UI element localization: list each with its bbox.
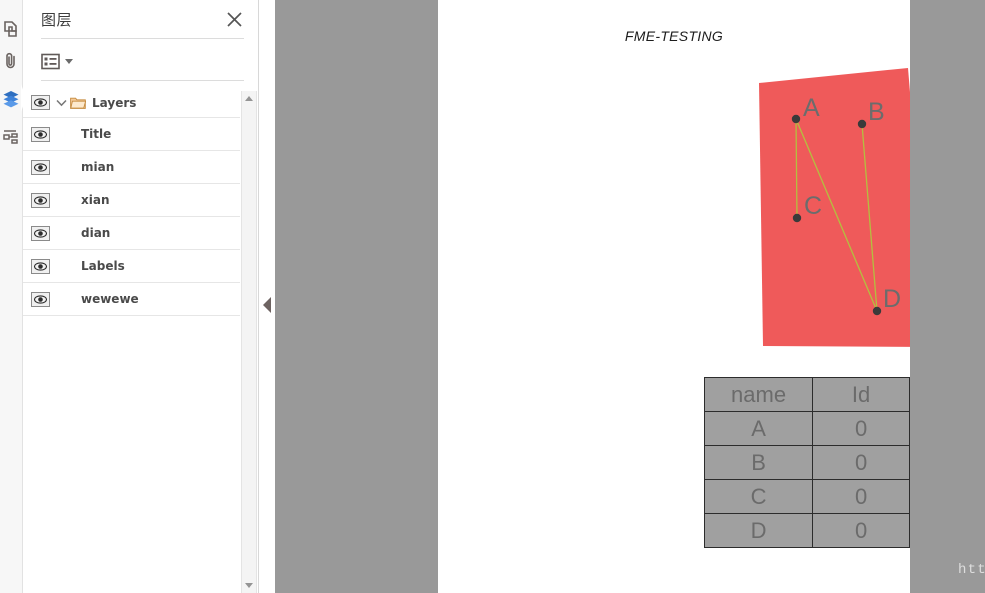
- layers-panel: 图层 Layers Title mian xian dian Labels we…: [23, 0, 255, 593]
- header-divider: [41, 38, 244, 39]
- map-point-label-D: D: [883, 285, 901, 313]
- column-header-id: Id: [812, 377, 910, 412]
- scroll-down-icon[interactable]: [242, 578, 256, 592]
- tree-label: Title: [81, 127, 112, 141]
- collapse-panel-icon[interactable]: [263, 297, 271, 313]
- layers-panel-scrollbar[interactable]: [241, 91, 257, 593]
- column-header-name: name: [703, 377, 814, 412]
- table-row: A 0: [703, 411, 910, 446]
- map-point-C: [792, 213, 802, 223]
- close-icon[interactable]: [221, 6, 247, 32]
- bookmark-tree-icon[interactable]: [1, 126, 21, 148]
- page-title: 图层: [41, 11, 73, 29]
- visibility-eye-icon[interactable]: [31, 225, 50, 241]
- tree-label: xian: [81, 193, 110, 207]
- tree-row-mian[interactable]: mian: [23, 151, 240, 184]
- map-point-B: [857, 119, 867, 129]
- tree-row-dian[interactable]: dian: [23, 217, 240, 250]
- document-page: FME-TESTING ABCD name Id A 0 B 0 C 0 D 0: [438, 0, 910, 593]
- layers-icon[interactable]: [1, 84, 26, 112]
- cell-name: D: [703, 513, 814, 548]
- tree-label: Layers: [92, 95, 137, 110]
- tree-label: Labels: [81, 259, 125, 273]
- visibility-eye-icon[interactable]: [31, 95, 50, 110]
- chevron-down-icon: [65, 58, 73, 64]
- attachment-paperclip-icon[interactable]: [1, 50, 21, 72]
- chevron-down-icon[interactable]: [54, 99, 68, 107]
- tree-label: mian: [81, 160, 115, 174]
- table-header-row: name Id: [703, 377, 910, 412]
- document-viewer[interactable]: FME-TESTING ABCD name Id A 0 B 0 C 0 D 0…: [275, 0, 985, 593]
- cell-id: 0: [812, 411, 910, 446]
- cell-name: C: [703, 479, 814, 514]
- panel-splitter[interactable]: [258, 0, 276, 593]
- tree-row-title[interactable]: Title: [23, 118, 240, 151]
- folder-icon: [70, 96, 86, 109]
- tree-row-labels[interactable]: Labels: [23, 250, 240, 283]
- map-point-D: [872, 306, 882, 316]
- layers-panel-header: 图层: [23, 0, 255, 39]
- map-point-label-C: C: [804, 192, 822, 220]
- attribute-table: name Id A 0 B 0 C 0 D 0: [703, 377, 910, 548]
- list-options-button[interactable]: [41, 53, 73, 70]
- tree-row-wewewe[interactable]: wewewe: [23, 283, 240, 316]
- table-row: C 0: [703, 479, 910, 514]
- cell-name: A: [703, 411, 814, 446]
- cell-id: 0: [812, 445, 910, 480]
- map-point-label-B: B: [868, 98, 885, 126]
- layers-panel-toolbar: [41, 48, 73, 74]
- tree-label: dian: [81, 226, 111, 240]
- scroll-up-icon[interactable]: [242, 91, 256, 105]
- tree-row-xian[interactable]: xian: [23, 184, 240, 217]
- cell-id: 0: [812, 513, 910, 548]
- tree-label: wewewe: [81, 292, 139, 306]
- cell-id: 0: [812, 479, 910, 514]
- visibility-eye-icon[interactable]: [31, 291, 50, 307]
- visibility-eye-icon[interactable]: [31, 258, 50, 274]
- map-graphic: A B C D: [759, 68, 910, 347]
- table-row: D 0: [703, 513, 910, 548]
- page-thumbnail-icon[interactable]: [1, 18, 21, 40]
- toolbar-divider: [41, 80, 244, 81]
- application-window: 图层 Layers Title mian xian dian Labels we…: [0, 0, 985, 593]
- table-row: B 0: [703, 445, 910, 480]
- watermark-text: https://blog.csdn.net/s: [958, 562, 985, 578]
- list-options-icon: [41, 53, 60, 69]
- visibility-eye-icon[interactable]: [31, 192, 50, 208]
- cell-name: B: [703, 445, 814, 480]
- map-point-label-A: A: [803, 94, 820, 122]
- layer-tree: Layers Title mian xian dian Labels wewew…: [23, 88, 240, 593]
- visibility-eye-icon[interactable]: [31, 159, 50, 175]
- tree-row-layers-root[interactable]: Layers: [23, 88, 240, 118]
- visibility-eye-icon[interactable]: [31, 126, 50, 142]
- map-point-A: [791, 114, 801, 124]
- sidebar-icon-rail: [0, 0, 26, 593]
